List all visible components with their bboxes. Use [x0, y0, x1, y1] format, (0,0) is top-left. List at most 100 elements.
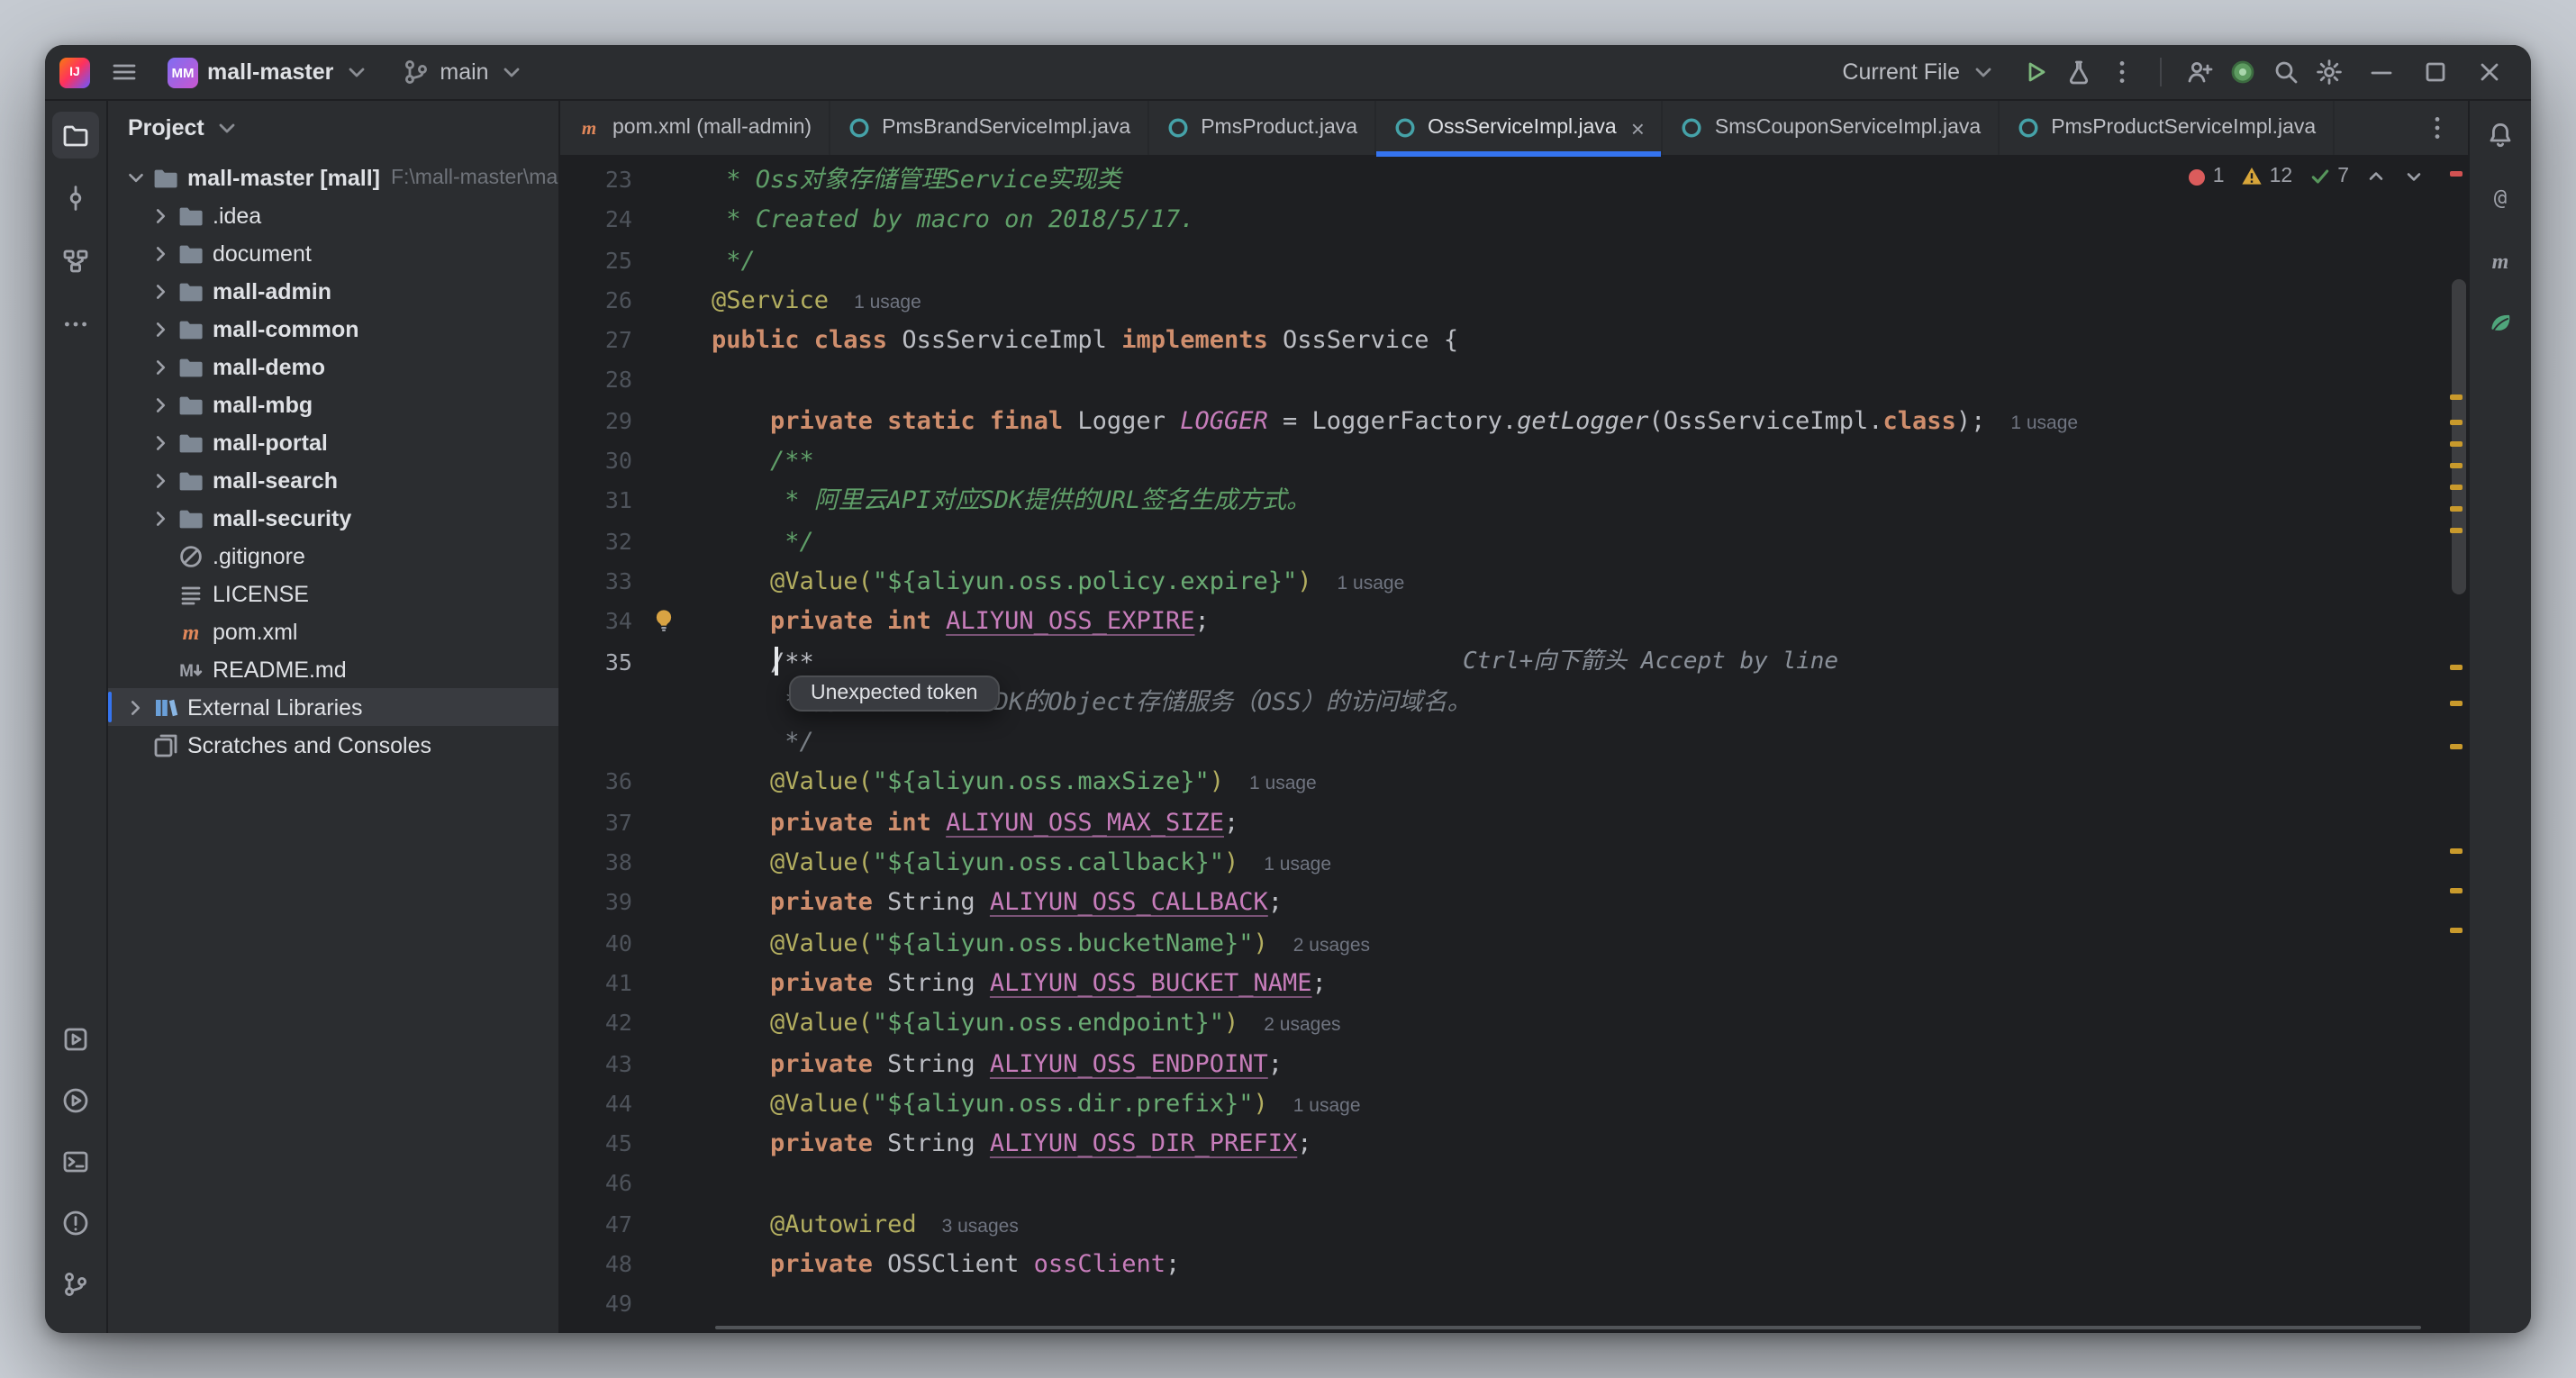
- code-line-23[interactable]: 23 * Oss对象存储管理Service实现类: [560, 160, 2468, 201]
- tree-item-mall-demo[interactable]: mall-demo: [108, 348, 558, 385]
- usages-inlay[interactable]: 1 usage: [854, 292, 921, 313]
- horizontal-scrollbar[interactable]: [715, 1326, 2421, 1329]
- editor[interactable]: 23 * Oss对象存储管理Service实现类24 * Created by …: [560, 157, 2468, 1333]
- tree-item-pom-xml[interactable]: mpom.xml: [108, 612, 558, 650]
- tab-ossserviceimpl-java[interactable]: OssServiceImpl.java×: [1375, 101, 1663, 155]
- warning-mark[interactable]: [2450, 888, 2463, 893]
- close-icon[interactable]: [2463, 52, 2517, 92]
- close-tab-icon[interactable]: ×: [1631, 116, 1645, 140]
- tree-chevron-icon[interactable]: [122, 163, 150, 192]
- minimize-icon[interactable]: [2354, 52, 2408, 92]
- terminal-icon[interactable]: [52, 1138, 99, 1185]
- tabs-more-icon[interactable]: [2423, 101, 2468, 155]
- tree-chevron-icon[interactable]: [148, 239, 175, 267]
- code-line-41[interactable]: 41 private String ALIYUN_OSS_BUCKET_NAME…: [560, 964, 2468, 1004]
- code-line-40[interactable]: 40 @Value("${aliyun.oss.bucketName}")2 u…: [560, 923, 2468, 964]
- warning-mark[interactable]: [2450, 485, 2463, 490]
- code-line-24[interactable]: 24 * Created by macro on 2018/5/17.: [560, 201, 2468, 241]
- project-panel-header[interactable]: Project: [108, 101, 558, 155]
- project-icon[interactable]: [52, 112, 99, 159]
- tree-item-mall-portal[interactable]: mall-portal: [108, 423, 558, 461]
- intention-bulb-icon[interactable]: [650, 607, 679, 636]
- tree-item-mall-common[interactable]: mall-common: [108, 310, 558, 348]
- code-line-31[interactable]: 31 * 阿里云API对应SDK提供的URL签名生成方式。: [560, 482, 2468, 522]
- error-count[interactable]: 1: [2190, 166, 2225, 187]
- settings-icon[interactable]: [2308, 52, 2351, 92]
- tree-item-license[interactable]: LICENSE: [108, 575, 558, 612]
- tree-item-gitignore[interactable]: .gitignore: [108, 537, 558, 575]
- tree-chevron-icon[interactable]: [148, 390, 175, 419]
- run-config-selector[interactable]: Current File: [1829, 54, 2010, 90]
- usages-inlay[interactable]: 1 usage: [2010, 412, 2078, 434]
- structure-icon[interactable]: [52, 238, 99, 285]
- usages-inlay[interactable]: 1 usage: [1338, 573, 1405, 594]
- usages-inlay[interactable]: 1 usage: [1264, 854, 1331, 875]
- code-line-28[interactable]: 28: [560, 361, 2468, 402]
- error-mark[interactable]: [2450, 171, 2463, 177]
- tab-pom-xml-mall-admin[interactable]: mpom.xml (mall-admin): [560, 101, 830, 155]
- tab-pmsproductserviceimpl-java[interactable]: PmsProductServiceImpl.java: [1999, 101, 2334, 155]
- warning-count[interactable]: 12: [2241, 166, 2293, 187]
- tree-chevron-icon[interactable]: [122, 693, 150, 721]
- usages-inlay[interactable]: 3 usages: [942, 1215, 1019, 1237]
- tree-item-document[interactable]: document: [108, 234, 558, 272]
- code-line-42[interactable]: 42 @Value("${aliyun.oss.endpoint}")2 usa…: [560, 1003, 2468, 1044]
- warning-mark[interactable]: [2450, 394, 2463, 400]
- code-line-38[interactable]: 38 @Value("${aliyun.oss.callback}")1 usa…: [560, 843, 2468, 884]
- maximize-icon[interactable]: [2408, 52, 2463, 92]
- services-icon[interactable]: [52, 1016, 99, 1063]
- tree-item-idea[interactable]: .idea: [108, 196, 558, 234]
- tree-chevron-icon[interactable]: [148, 352, 175, 381]
- version-control-icon[interactable]: [52, 1261, 99, 1308]
- code-line-45[interactable]: 45 private String ALIYUN_OSS_DIR_PREFIX;: [560, 1124, 2468, 1165]
- play-icon[interactable]: [2014, 52, 2057, 92]
- tree-item-mall-admin[interactable]: mall-admin: [108, 272, 558, 310]
- tab-smscouponserviceimpl-java[interactable]: SmsCouponServiceImpl.java: [1663, 101, 1999, 155]
- usages-inlay[interactable]: 1 usage: [1293, 1095, 1361, 1117]
- tree-item-mall-search[interactable]: mall-search: [108, 461, 558, 499]
- warning-mark[interactable]: [2450, 928, 2463, 933]
- warning-mark[interactable]: [2450, 506, 2463, 512]
- project-widget[interactable]: MM mall-master: [159, 53, 380, 91]
- more-vert-icon[interactable]: [2100, 52, 2144, 92]
- code-line-48[interactable]: 48 private OSSClient ossClient;: [560, 1245, 2468, 1285]
- code-line-46[interactable]: 46: [560, 1165, 2468, 1205]
- usages-inlay[interactable]: 2 usages: [1264, 1014, 1340, 1036]
- ghost-line[interactable]: */: [560, 722, 2468, 763]
- search-icon[interactable]: [2264, 52, 2308, 92]
- code-line-26[interactable]: 26@Service1 usage: [560, 281, 2468, 322]
- run-icon[interactable]: [52, 1077, 99, 1124]
- tree-item-mall-master-mall[interactable]: mall-master [mall]F:\mall-master\mall-ma…: [108, 159, 558, 196]
- code-line-25[interactable]: 25 */: [560, 240, 2468, 281]
- commit-icon[interactable]: [52, 175, 99, 222]
- code-line-30[interactable]: 30 /**: [560, 441, 2468, 482]
- profiler-icon[interactable]: [2057, 52, 2100, 92]
- tree-chevron-icon[interactable]: [148, 503, 175, 532]
- next-problem-icon[interactable]: [2403, 166, 2425, 187]
- warning-mark[interactable]: [2450, 665, 2463, 670]
- code-line-29[interactable]: 29 private static final Logger LOGGER = …: [560, 402, 2468, 442]
- usages-inlay[interactable]: 2 usages: [1293, 934, 1370, 956]
- warning-mark[interactable]: [2450, 701, 2463, 706]
- warning-mark[interactable]: [2450, 441, 2463, 447]
- spring-icon[interactable]: [2477, 301, 2524, 348]
- code-line-34[interactable]: 34 private int ALIYUN_OSS_EXPIRE;: [560, 603, 2468, 643]
- warning-mark[interactable]: [2450, 463, 2463, 468]
- code-line-49[interactable]: 49: [560, 1285, 2468, 1326]
- code-line-44[interactable]: 44 @Value("${aliyun.oss.dir.prefix}")1 u…: [560, 1084, 2468, 1125]
- problems-icon[interactable]: [52, 1200, 99, 1247]
- tab-pmsproduct-java[interactable]: PmsProduct.java: [1148, 101, 1375, 155]
- code-line-33[interactable]: 33 @Value("${aliyun.oss.policy.expire}")…: [560, 562, 2468, 603]
- code-with-me-icon[interactable]: [2221, 52, 2264, 92]
- tree-chevron-icon[interactable]: [148, 314, 175, 343]
- tree-chevron-icon[interactable]: [148, 277, 175, 305]
- tab-pmsbrandserviceimpl-java[interactable]: PmsBrandServiceImpl.java: [830, 101, 1148, 155]
- inspections-widget[interactable]: 1 12 7: [2190, 166, 2425, 187]
- maven-tool-icon[interactable]: m: [2477, 238, 2524, 285]
- passed-count[interactable]: 7: [2308, 166, 2349, 187]
- ai-assistant-icon[interactable]: @: [2477, 175, 2524, 222]
- main-menu-icon[interactable]: [103, 52, 146, 92]
- code-line-27[interactable]: 27public class OssServiceImpl implements…: [560, 321, 2468, 361]
- tree-item-mall-mbg[interactable]: mall-mbg: [108, 385, 558, 423]
- warning-mark[interactable]: [2450, 528, 2463, 533]
